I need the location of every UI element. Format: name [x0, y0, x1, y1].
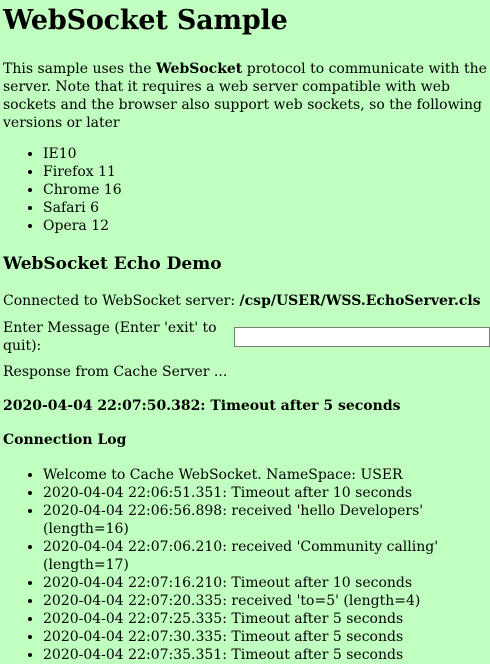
message-row: Enter Message (Enter 'exit' to quit):: [3, 320, 490, 354]
server-path: /csp/USER/WSS.EchoServer.cls: [239, 293, 481, 309]
log-entry: 2020-04-04 22:07:06.210: received 'Commu…: [43, 538, 490, 574]
browser-item: IE10: [43, 145, 490, 163]
log-entry: 2020-04-04 22:06:51.351: Timeout after 1…: [43, 484, 490, 502]
connected-label: Connected to WebSocket server:: [3, 293, 240, 309]
page-title: WebSocket Sample: [3, 5, 288, 36]
intro-paragraph: This sample uses the WebSocket protocol …: [3, 60, 490, 132]
log-entry: 2020-04-04 22:06:56.898: received 'hello…: [43, 502, 490, 538]
response-label: Response from Cache Server ...: [3, 364, 228, 380]
intro-prefix: This sample uses the: [3, 61, 156, 77]
message-input[interactable]: [234, 327, 490, 347]
log-entry: 2020-04-04 22:07:35.351: Timeout after 5…: [43, 646, 490, 664]
status-message: 2020-04-04 22:07:50.382: Timeout after 5…: [3, 398, 401, 414]
demo-heading: WebSocket Echo Demo: [3, 254, 222, 274]
browser-list: IE10 Firefox 11 Chrome 16 Safari 6 Opera…: [3, 145, 490, 235]
message-label: Enter Message (Enter 'exit' to quit):: [3, 320, 217, 354]
browser-item: Firefox 11: [43, 163, 490, 181]
connected-line: Connected to WebSocket server: /csp/USER…: [3, 292, 490, 310]
log-entry: 2020-04-04 22:07:16.210: Timeout after 1…: [43, 574, 490, 592]
browser-item: Chrome 16: [43, 181, 490, 199]
browser-item: Safari 6: [43, 199, 490, 217]
log-entry: 2020-04-04 22:07:20.335: received 'to=5'…: [43, 592, 490, 610]
intro-bold: WebSocket: [155, 61, 243, 77]
browser-item: Opera 12: [43, 217, 490, 235]
page-body: WebSocket Sample This sample uses the We…: [0, 3, 490, 664]
connection-log-list: Welcome to Cache WebSocket. NameSpace: U…: [3, 466, 490, 664]
log-entry: 2020-04-04 22:07:30.335: Timeout after 5…: [43, 628, 490, 646]
log-entry: 2020-04-04 22:07:25.335: Timeout after 5…: [43, 610, 490, 628]
connection-log-heading: Connection Log: [3, 432, 127, 448]
log-entry: Welcome to Cache WebSocket. NameSpace: U…: [43, 466, 490, 484]
